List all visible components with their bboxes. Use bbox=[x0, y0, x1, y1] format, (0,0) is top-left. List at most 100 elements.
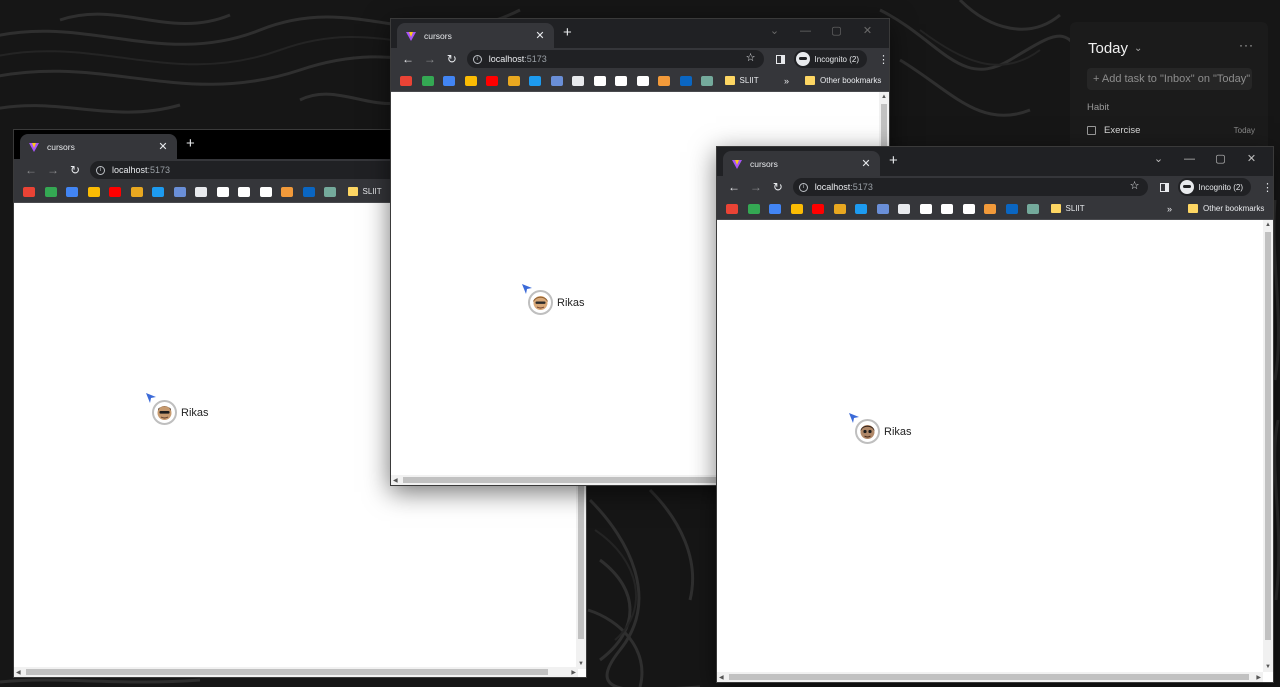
close-icon[interactable]: ✕ bbox=[156, 140, 170, 153]
bookmark-folder[interactable]: SLIIT bbox=[1050, 204, 1085, 213]
address-bar[interactable]: i localhost:5173 bbox=[90, 161, 430, 179]
youtube-icon[interactable] bbox=[486, 75, 498, 86]
close-icon[interactable]: ✕ bbox=[859, 157, 873, 170]
chatgpt-icon[interactable] bbox=[324, 186, 336, 197]
outlook-icon[interactable] bbox=[1005, 203, 1018, 214]
window-close-icon[interactable]: ✕ bbox=[1236, 152, 1267, 166]
side-panel-icon[interactable] bbox=[775, 54, 785, 64]
tab-search-icon[interactable]: ⌄ bbox=[759, 24, 790, 38]
maximize-icon[interactable]: ▢ bbox=[1205, 152, 1236, 166]
kebab-menu-icon[interactable]: ⋮ bbox=[1262, 181, 1273, 194]
medium-icon[interactable] bbox=[919, 203, 932, 214]
gmail-icon[interactable] bbox=[400, 75, 412, 86]
reload-icon[interactable]: ↻ bbox=[767, 180, 789, 194]
forward-arrow-icon[interactable]: → bbox=[42, 163, 64, 177]
more-icon[interactable]: ··· bbox=[1239, 38, 1254, 52]
forward-arrow-icon[interactable]: → bbox=[745, 180, 767, 194]
scrollbar-thumb[interactable] bbox=[729, 674, 1249, 680]
tab-search-icon[interactable]: ⌄ bbox=[1143, 152, 1174, 166]
calendar-icon[interactable] bbox=[769, 203, 781, 214]
calendar-icon[interactable] bbox=[443, 75, 455, 86]
address-bar[interactable]: i localhost:5173 ☆ bbox=[792, 178, 1148, 196]
outlook-icon[interactable] bbox=[302, 186, 315, 197]
dev-icon[interactable] bbox=[238, 186, 250, 197]
horizontal-scrollbar[interactable]: ◀ ▶ bbox=[717, 672, 1263, 682]
checkbox[interactable] bbox=[1087, 125, 1096, 135]
todo-item[interactable]: Exercise Today bbox=[1087, 123, 1255, 137]
reload-icon[interactable]: ↻ bbox=[441, 52, 463, 66]
star-icon[interactable]: ☆ bbox=[746, 51, 756, 64]
window-close-icon[interactable]: ✕ bbox=[852, 24, 883, 38]
github-icon[interactable] bbox=[898, 203, 910, 214]
new-tab-button[interactable]: + bbox=[186, 136, 195, 152]
add-task-input[interactable]: + Add task to "Inbox" on "Today" bbox=[1087, 68, 1252, 90]
side-panel-icon[interactable] bbox=[1159, 182, 1169, 192]
info-icon[interactable]: i bbox=[472, 54, 482, 64]
youtube-icon[interactable] bbox=[109, 186, 121, 197]
forward-arrow-icon[interactable]: → bbox=[419, 52, 441, 66]
github-icon[interactable] bbox=[572, 75, 584, 86]
blog-icon[interactable] bbox=[281, 186, 293, 197]
star-icon[interactable]: ☆ bbox=[1130, 179, 1140, 192]
reload-icon[interactable]: ↻ bbox=[64, 163, 86, 177]
back-arrow-icon[interactable]: ← bbox=[723, 180, 745, 194]
new-tab-button[interactable]: + bbox=[563, 25, 572, 41]
tab-cursors[interactable]: cursors ✕ bbox=[20, 134, 177, 159]
chevron-down-icon[interactable]: ⌄ bbox=[1134, 43, 1142, 54]
scrollbar-thumb[interactable] bbox=[1265, 232, 1271, 640]
slack-icon[interactable] bbox=[507, 75, 520, 86]
address-bar[interactable]: i localhost:5173 ☆ bbox=[466, 50, 764, 68]
drive-icon[interactable] bbox=[44, 186, 57, 197]
new-tab-button[interactable]: + bbox=[889, 153, 898, 169]
twitter-icon[interactable] bbox=[152, 186, 164, 197]
back-arrow-icon[interactable]: ← bbox=[397, 52, 419, 66]
bookmark-folder[interactable]: SLIIT bbox=[724, 76, 759, 85]
dev-icon[interactable] bbox=[615, 75, 627, 86]
calendar-icon[interactable] bbox=[66, 186, 78, 197]
link-icon[interactable] bbox=[876, 203, 889, 214]
vertical-scrollbar[interactable]: ▲ ▼ bbox=[1263, 220, 1273, 672]
gmail-icon[interactable] bbox=[23, 186, 35, 197]
drive-icon[interactable] bbox=[747, 203, 760, 214]
info-icon[interactable]: i bbox=[798, 182, 808, 192]
blog-icon[interactable] bbox=[984, 203, 996, 214]
more-bookmarks-icon[interactable]: » bbox=[784, 76, 789, 86]
minimize-icon[interactable]: — bbox=[790, 24, 821, 38]
chatgpt-icon[interactable] bbox=[701, 75, 713, 86]
hashnode-icon[interactable] bbox=[259, 186, 272, 197]
link-icon[interactable] bbox=[173, 186, 186, 197]
info-icon[interactable]: i bbox=[96, 165, 105, 175]
minimize-icon[interactable]: — bbox=[1174, 152, 1205, 166]
scrollbar-thumb[interactable] bbox=[26, 669, 548, 675]
slack-icon[interactable] bbox=[833, 203, 846, 214]
kebab-menu-icon[interactable]: ⋮ bbox=[878, 53, 889, 66]
drive-icon[interactable] bbox=[421, 75, 434, 86]
bookmark-folder[interactable]: SLIIT bbox=[347, 187, 382, 196]
hashnode-icon[interactable] bbox=[636, 75, 649, 86]
more-bookmarks-icon[interactable]: » bbox=[1167, 204, 1172, 214]
keep-icon[interactable] bbox=[87, 186, 100, 197]
dev-icon[interactable] bbox=[941, 203, 953, 214]
slack-icon[interactable] bbox=[130, 186, 143, 197]
outlook-icon[interactable] bbox=[679, 75, 692, 86]
horizontal-scrollbar[interactable]: ◀ ▶ bbox=[14, 667, 578, 677]
blog-icon[interactable] bbox=[658, 75, 670, 86]
back-arrow-icon[interactable]: ← bbox=[20, 163, 42, 177]
link-icon[interactable] bbox=[550, 75, 563, 86]
tab-cursors[interactable]: cursors ✕ bbox=[723, 151, 880, 176]
todo-header[interactable]: Today ⌄ bbox=[1088, 40, 1142, 57]
keep-icon[interactable] bbox=[464, 75, 477, 86]
medium-icon[interactable] bbox=[593, 75, 606, 86]
keep-icon[interactable] bbox=[790, 203, 803, 214]
youtube-icon[interactable] bbox=[812, 203, 824, 214]
hashnode-icon[interactable] bbox=[962, 203, 975, 214]
medium-icon[interactable] bbox=[216, 186, 229, 197]
gmail-icon[interactable] bbox=[726, 203, 738, 214]
incognito-button[interactable]: Incognito (2) bbox=[1177, 178, 1251, 196]
maximize-icon[interactable]: ▢ bbox=[821, 24, 852, 38]
close-icon[interactable]: ✕ bbox=[533, 29, 547, 42]
twitter-icon[interactable] bbox=[529, 75, 541, 86]
other-bookmarks[interactable]: Other bookmarks bbox=[805, 76, 881, 85]
twitter-icon[interactable] bbox=[855, 203, 867, 214]
incognito-button[interactable]: Incognito (2) bbox=[793, 50, 867, 68]
